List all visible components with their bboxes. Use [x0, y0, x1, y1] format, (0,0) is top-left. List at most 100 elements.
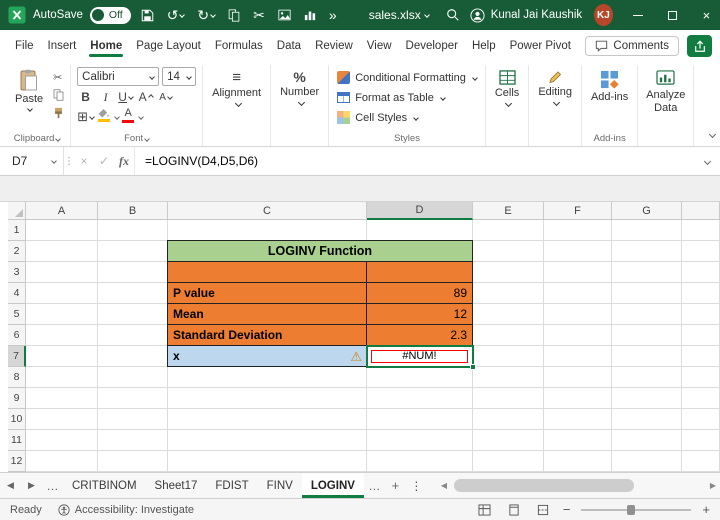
grid-cell[interactable]: [544, 241, 612, 262]
grid-cell[interactable]: [473, 388, 544, 409]
grid-cell[interactable]: [168, 430, 367, 451]
addins-button[interactable]: Add-ins Add-ins: [582, 65, 639, 146]
copy-button[interactable]: [53, 88, 64, 102]
grid-cell[interactable]: [168, 220, 367, 241]
sheet-tab-finv[interactable]: FINV: [258, 473, 302, 498]
hscroll-left-icon[interactable]: ◀: [441, 481, 447, 490]
row-header-8[interactable]: 8: [8, 367, 26, 388]
grid-cell[interactable]: [168, 451, 367, 472]
cell-c5[interactable]: Mean: [168, 304, 367, 325]
tab-home[interactable]: Home: [89, 31, 124, 61]
cell-d6[interactable]: 2.3: [367, 325, 473, 346]
grid-cell[interactable]: [612, 346, 682, 367]
grid-cell[interactable]: [473, 325, 544, 346]
avatar[interactable]: KJ: [594, 4, 613, 26]
grid-cell[interactable]: [473, 367, 544, 388]
hscroll-thumb[interactable]: [454, 479, 634, 492]
grid-cell[interactable]: [612, 220, 682, 241]
grid-cell[interactable]: [612, 451, 682, 472]
conditional-formatting-button[interactable]: Conditional Formatting: [337, 69, 478, 86]
excel-app-icon[interactable]: [8, 6, 26, 24]
row-header-10[interactable]: 10: [8, 409, 26, 430]
add-sheet-button[interactable]: +: [385, 473, 406, 498]
close-button[interactable]: ×: [693, 0, 720, 30]
fill-handle[interactable]: [470, 364, 476, 370]
row-header-11[interactable]: 11: [8, 430, 26, 451]
cut-button[interactable]: ✂: [53, 70, 64, 84]
grid-cell[interactable]: [26, 367, 98, 388]
format-as-table-button[interactable]: Format as Table: [337, 89, 477, 106]
zoom-slider[interactable]: [581, 504, 692, 515]
column-header-c[interactable]: C: [168, 202, 367, 220]
column-header-g[interactable]: G: [612, 202, 682, 220]
column-header-d[interactable]: D: [367, 202, 473, 220]
row-header-9[interactable]: 9: [8, 388, 26, 409]
paste-button[interactable]: Paste: [10, 67, 48, 131]
grid-cell[interactable]: [682, 241, 720, 262]
grid-cell[interactable]: [544, 388, 612, 409]
error-warning-icon[interactable]: ⚠: [350, 350, 362, 363]
sheet-more-right-icon[interactable]: …: [364, 473, 385, 498]
grid-cell[interactable]: [473, 346, 544, 367]
grid-cell[interactable]: [98, 346, 168, 367]
grid-cell[interactable]: [544, 367, 612, 388]
grid-cell[interactable]: [473, 262, 544, 283]
grid-cell[interactable]: [682, 388, 720, 409]
tab-view[interactable]: View: [366, 31, 393, 61]
grid-cell[interactable]: [682, 451, 720, 472]
grid-cell[interactable]: [544, 283, 612, 304]
column-header-e[interactable]: E: [473, 202, 544, 220]
grid-cell[interactable]: [367, 451, 473, 472]
grid-cell[interactable]: [682, 325, 720, 346]
cell-c6[interactable]: Standard Deviation: [168, 325, 367, 346]
editing-button[interactable]: Editing: [529, 65, 582, 146]
cell-c4[interactable]: P value: [168, 283, 367, 304]
cell-d5[interactable]: 12: [367, 304, 473, 325]
grid-cell[interactable]: [612, 262, 682, 283]
save-button[interactable]: [138, 0, 157, 30]
font-color-button[interactable]: A: [122, 108, 135, 125]
accessibility-status[interactable]: Accessibility: Investigate: [58, 504, 194, 516]
grid-cell[interactable]: [682, 304, 720, 325]
grid-cell[interactable]: [544, 346, 612, 367]
account-button[interactable]: Kunal Jai Kaushik: [470, 7, 582, 23]
share-button[interactable]: [687, 35, 712, 57]
normal-view-icon[interactable]: [476, 502, 494, 518]
zoom-in-icon[interactable]: +: [702, 503, 710, 516]
search-icon[interactable]: [443, 0, 463, 30]
tab-file[interactable]: File: [14, 31, 35, 61]
maximize-button[interactable]: [659, 0, 686, 30]
row-header-3[interactable]: 3: [8, 262, 26, 283]
grid-cell[interactable]: [473, 409, 544, 430]
grid-cell[interactable]: [98, 409, 168, 430]
grid-cell[interactable]: [682, 409, 720, 430]
underline-button[interactable]: U: [117, 89, 134, 105]
grid-cell[interactable]: [26, 262, 98, 283]
horizontal-scrollbar[interactable]: ◀ ▶: [437, 473, 720, 498]
grid-cell[interactable]: [682, 262, 720, 283]
borders-button[interactable]: ⊞: [77, 109, 95, 125]
grid-cell[interactable]: [98, 220, 168, 241]
cells-button[interactable]: Cells: [486, 65, 530, 146]
sheet-options-icon[interactable]: ⋮: [406, 473, 427, 498]
fill-color-button[interactable]: [97, 108, 110, 125]
sheet-tab-critbinom[interactable]: CRITBINOM: [63, 473, 146, 498]
autosave-toggle[interactable]: Off: [89, 6, 131, 24]
alignment-button[interactable]: ≡ Alignment: [203, 65, 272, 146]
tab-insert[interactable]: Insert: [47, 31, 78, 61]
grid-cell[interactable]: [682, 367, 720, 388]
grid-cell[interactable]: [544, 430, 612, 451]
sheet-tab-fdist[interactable]: FDIST: [206, 473, 257, 498]
tab-data[interactable]: Data: [276, 31, 302, 61]
quick-copy-icon[interactable]: [225, 0, 243, 30]
grid-cell[interactable]: [26, 388, 98, 409]
enter-formula-icon[interactable]: ✓: [94, 147, 114, 175]
bold-button[interactable]: B: [77, 89, 94, 105]
sheet-tab-loginv[interactable]: LOGINV: [301, 473, 365, 498]
cancel-formula-icon[interactable]: ×: [74, 147, 94, 175]
grid-cell[interactable]: [682, 220, 720, 241]
grid-cell[interactable]: [544, 451, 612, 472]
grid-cell[interactable]: [26, 409, 98, 430]
quick-chart-icon[interactable]: [301, 0, 319, 30]
format-painter-button[interactable]: [53, 106, 64, 120]
